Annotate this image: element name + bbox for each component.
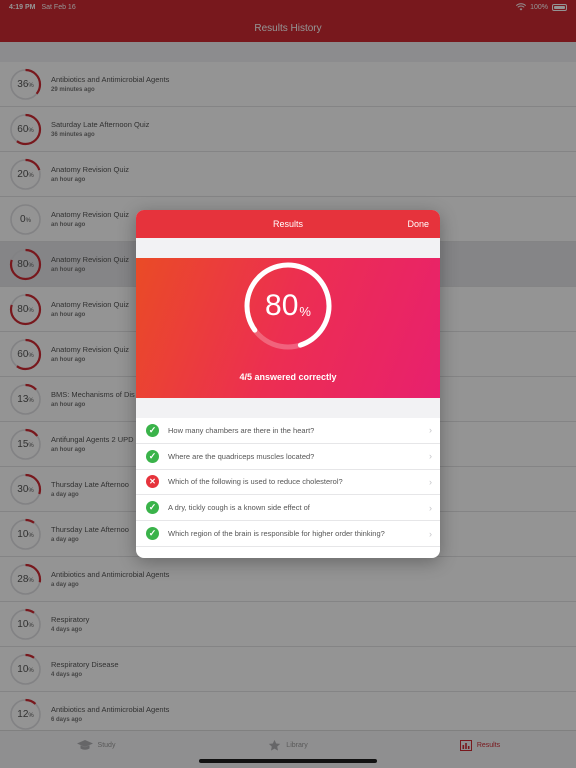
modal-spacer-mid [136, 398, 440, 418]
question-row[interactable]: ✓ How many chambers are there in the hear… [136, 418, 440, 444]
chevron-right-icon: › [429, 528, 432, 539]
score-value: 80% [242, 260, 334, 352]
chevron-right-icon: › [429, 425, 432, 436]
checkmark-icon: ✓ [146, 449, 159, 463]
answered-summary: 4/5 answered correctly [239, 372, 337, 382]
modal-spacer-top [136, 238, 440, 258]
question-text: Where are the quadriceps muscles located… [168, 451, 315, 461]
question-row[interactable]: ✓ Where are the quadriceps muscles locate… [136, 443, 440, 470]
chevron-right-icon: › [429, 502, 432, 513]
question-row[interactable]: ✓ Which region of the brain is responsibl… [136, 521, 440, 547]
question-text: How many chambers are there in the heart… [168, 425, 315, 435]
question-text: A dry, tickly cough is a known side effe… [168, 503, 310, 513]
home-indicator [199, 759, 377, 763]
score-percent-sign: % [299, 303, 311, 319]
question-text: Which of the following is used to reduce… [168, 477, 343, 487]
modal-header: Results Done [136, 210, 440, 238]
cross-icon: ✕ [146, 475, 159, 489]
question-row[interactable]: ✓ A dry, tickly cough is a known side eff… [136, 495, 440, 522]
done-button[interactable]: Done [407, 210, 429, 238]
chevron-right-icon: › [429, 476, 432, 487]
question-row[interactable]: ✕ Which of the following is used to reduc… [136, 469, 440, 496]
score-panel: 80% 4/5 answered correctly [136, 258, 440, 398]
checkmark-icon: ✓ [146, 527, 159, 541]
checkmark-icon: ✓ [146, 423, 159, 437]
score-number: 80 [265, 289, 299, 322]
checkmark-icon: ✓ [146, 501, 159, 515]
modal-title: Results [272, 219, 303, 229]
chevron-right-icon: › [429, 451, 432, 462]
results-modal: Results Done 80% 4/5 answered correctly … [136, 210, 440, 558]
question-text: Which region of the brain is responsible… [168, 529, 385, 539]
question-list: ✓ How many chambers are there in the hear… [136, 418, 440, 547]
